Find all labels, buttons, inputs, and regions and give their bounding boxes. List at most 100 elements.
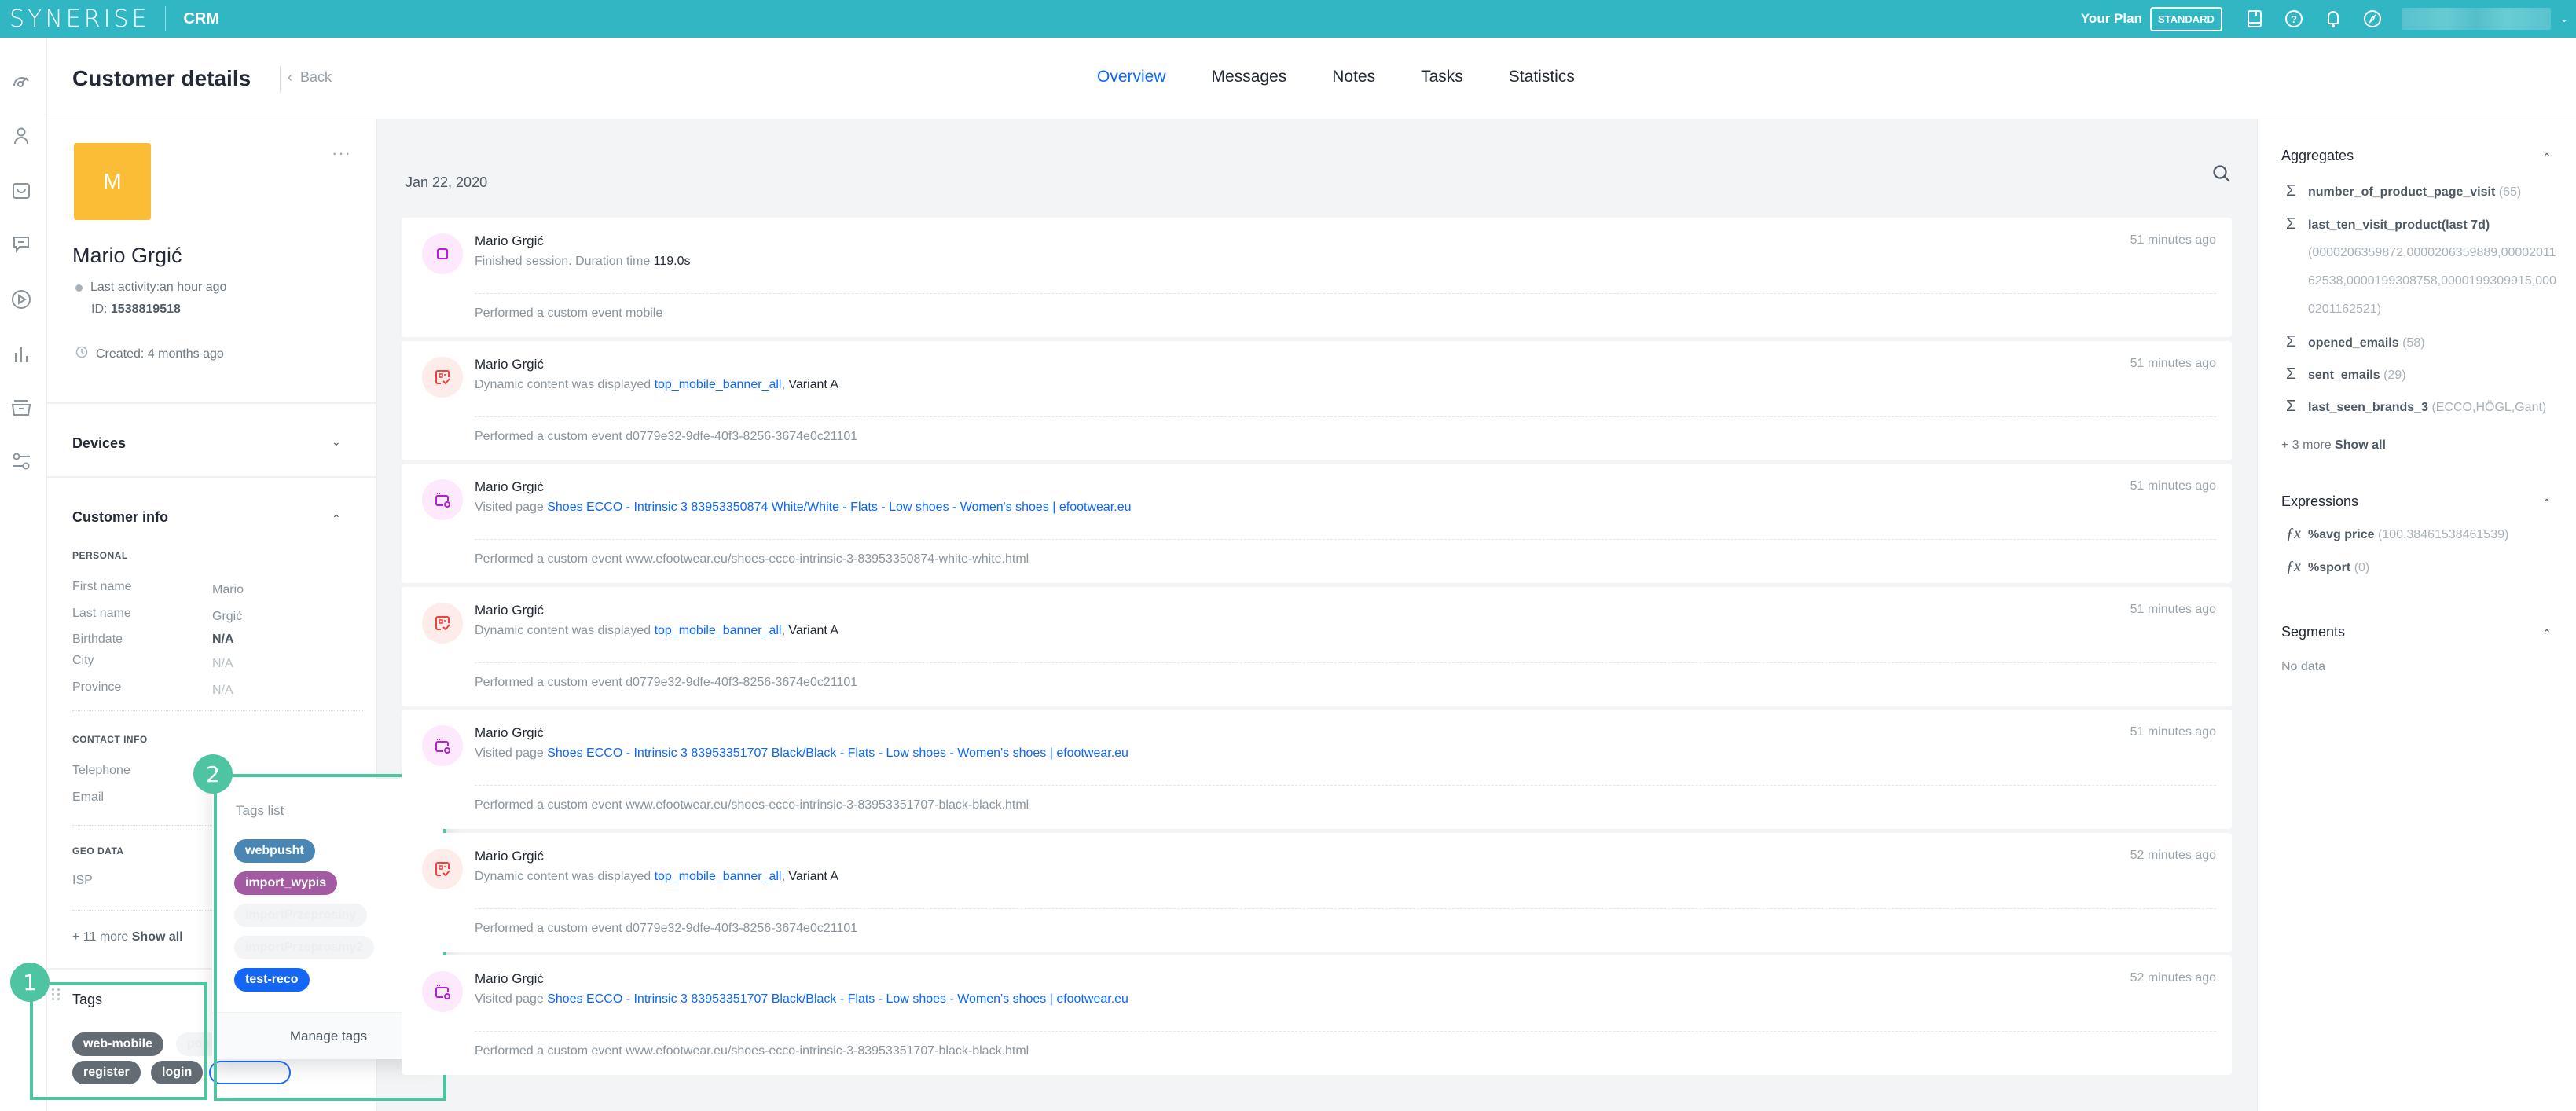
customer-id-label: ID:: [91, 302, 108, 316]
chevron-down-icon[interactable]: ⌄: [332, 435, 341, 449]
event-desc-value: 119.0s: [653, 255, 691, 268]
tab-overview[interactable]: Overview: [1097, 68, 1166, 86]
aggregate-value: (0000206359872,0000206359889,00002011625…: [2308, 246, 2556, 316]
tab-notes[interactable]: Notes: [1332, 68, 1375, 86]
event-desc-text: Dynamic content was displayed: [475, 869, 655, 883]
clock-icon: [75, 346, 88, 362]
last-activity: Last activity:an hour ago: [75, 280, 226, 295]
event-card[interactable]: Mario Grgić Visited page Shoes ECCO - Int…: [402, 710, 2232, 829]
field-label: Email: [72, 790, 105, 804]
birthdate-value[interactable]: N/A: [212, 632, 234, 647]
field-label: Last name: [72, 607, 131, 620]
event-link[interactable]: Shoes ECCO - Intrinsic 3 83953350874 Whi…: [547, 500, 1131, 514]
sigma-icon: Σ: [2286, 333, 2296, 350]
expression-name: %sport: [2308, 561, 2351, 574]
divider: [72, 710, 363, 711]
profile-icon[interactable]: [9, 124, 33, 148]
event-author: Mario Grgić: [475, 725, 544, 740]
aggregate-item[interactable]: Σ last_seen_brands_3 (ECCO,HÖGL,Gant): [2286, 398, 2546, 416]
aggregate-name: opened_emails: [2308, 336, 2399, 350]
bag-icon[interactable]: [9, 179, 33, 203]
last-name-value[interactable]: Grgić: [212, 610, 242, 624]
help-icon[interactable]: ?: [2284, 9, 2304, 29]
aggregate-item[interactable]: Σ opened_emails (58): [2286, 333, 2425, 351]
chevron-up-icon[interactable]: ⌃: [2542, 497, 2552, 510]
event-card[interactable]: Mario Grgić Dynamic content was displayed…: [402, 340, 2232, 460]
chat-icon[interactable]: [9, 233, 33, 256]
sigma-icon: Σ: [2286, 398, 2296, 415]
app-name: CRM: [183, 9, 220, 28]
event-card[interactable]: Mario Grgić Visited page Shoes ECCO - Int…: [402, 464, 2232, 583]
aggregate-item[interactable]: Σ number_of_product_page_visit (65): [2286, 182, 2521, 200]
more-options-icon[interactable]: ···: [332, 143, 351, 163]
user-menu[interactable]: [2401, 8, 2551, 30]
event-card[interactable]: Mario Grgić Dynamic content was displayed…: [402, 586, 2232, 706]
event-description: Finished session. Duration time 119.0s: [475, 255, 691, 269]
event-time: 51 minutes ago: [2130, 233, 2216, 247]
divider: [475, 908, 2216, 909]
field-label: First name: [72, 580, 132, 593]
compass-icon[interactable]: [2362, 9, 2383, 29]
aggregate-name: number_of_product_page_visit: [2308, 185, 2496, 199]
plan-badge[interactable]: STANDARD: [2149, 6, 2222, 31]
chevron-up-icon[interactable]: ⌃: [2542, 627, 2552, 640]
aggregate-item[interactable]: Σ last_ten_visit_product(last 7d): [2286, 215, 2490, 233]
event-description: Visited page Shoes ECCO - Intrinsic 3 83…: [475, 992, 1128, 1006]
event-link[interactable]: Shoes ECCO - Intrinsic 3 83953351707 Bla…: [547, 992, 1128, 1006]
created-info: Created: 4 months ago: [75, 346, 224, 362]
show-all-link[interactable]: Show all: [2335, 438, 2386, 452]
event-link[interactable]: top_mobile_banner_all: [655, 624, 782, 637]
show-all-link[interactable]: Show all: [132, 930, 183, 944]
event-link[interactable]: top_mobile_banner_all: [655, 378, 782, 391]
event-detail: Performed a custom event mobile: [475, 306, 663, 320]
event-detail: Performed a custom event www.efootwear.e…: [475, 1044, 1029, 1058]
synerise-logo[interactable]: SYNERISE: [9, 6, 149, 33]
show-more: + 11 more Show all: [72, 930, 183, 944]
inbox-icon[interactable]: [9, 396, 33, 420]
settings-sliders-icon[interactable]: [9, 449, 33, 473]
event-link[interactable]: top_mobile_banner_all: [655, 870, 782, 883]
customer-id: ID: 1538819518: [91, 302, 181, 317]
page-header: Customer details ‹ Back Overview Message…: [47, 38, 2576, 119]
event-detail: Performed a custom event www.efootwear.e…: [475, 552, 1029, 566]
sigma-icon: Σ: [2286, 215, 2296, 233]
book-icon[interactable]: [2244, 9, 2265, 29]
event-desc-text: Dynamic content was displayed: [475, 377, 655, 391]
chevron-up-icon[interactable]: ⌃: [332, 512, 341, 526]
city-value[interactable]: N/A: [212, 657, 233, 671]
last-activity-text: Last activity:an hour ago: [90, 280, 227, 294]
chevron-up-icon[interactable]: ⌃: [2542, 151, 2552, 164]
tab-statistics[interactable]: Statistics: [1509, 68, 1575, 86]
event-link[interactable]: Shoes ECCO - Intrinsic 3 83953351707 Bla…: [547, 746, 1128, 760]
nav-rail: [0, 38, 47, 1111]
feed-date: Jan 22, 2020: [405, 174, 488, 190]
event-card[interactable]: Mario Grgić Visited page Shoes ECCO - Int…: [402, 955, 2232, 1075]
devices-title[interactable]: Devices: [72, 435, 126, 452]
bell-icon[interactable]: [2323, 9, 2343, 29]
expression-item[interactable]: ƒx %avg price (100.38461538461539): [2286, 525, 2508, 543]
search-icon[interactable]: [2211, 163, 2232, 184]
dynamic-content-icon: [422, 356, 463, 398]
segments-title[interactable]: Segments: [2281, 624, 2345, 640]
expression-item[interactable]: ƒx %sport (0): [2286, 558, 2369, 576]
dashboard-icon[interactable]: [9, 69, 33, 93]
play-icon[interactable]: [9, 288, 33, 311]
expressions-title[interactable]: Expressions: [2281, 493, 2358, 510]
tab-messages[interactable]: Messages: [1212, 68, 1287, 86]
back-button[interactable]: ‹ Back: [288, 69, 332, 86]
event-desc-text: Finished session. Duration time: [475, 255, 654, 268]
plan-label: Your Plan: [2080, 11, 2142, 26]
event-desc-value: , Variant A: [781, 869, 839, 883]
analytics-icon[interactable]: [9, 343, 33, 366]
divider: [475, 662, 2216, 663]
event-card[interactable]: Mario Grgić Dynamic content was displayed…: [402, 832, 2232, 952]
first-name-value[interactable]: Mario: [212, 583, 244, 597]
aggregates-title[interactable]: Aggregates: [2281, 148, 2354, 164]
aggregate-item[interactable]: Σ sent_emails (29): [2286, 365, 2406, 383]
chevron-down-icon[interactable]: ⌄: [2560, 13, 2568, 24]
province-value[interactable]: N/A: [212, 684, 233, 698]
tab-tasks[interactable]: Tasks: [1421, 68, 1463, 86]
customer-info-title[interactable]: Customer info: [72, 509, 168, 526]
aggregate-value: (58): [2402, 336, 2425, 350]
event-card[interactable]: Mario Grgić Finished session. Duration ti…: [402, 218, 2232, 337]
